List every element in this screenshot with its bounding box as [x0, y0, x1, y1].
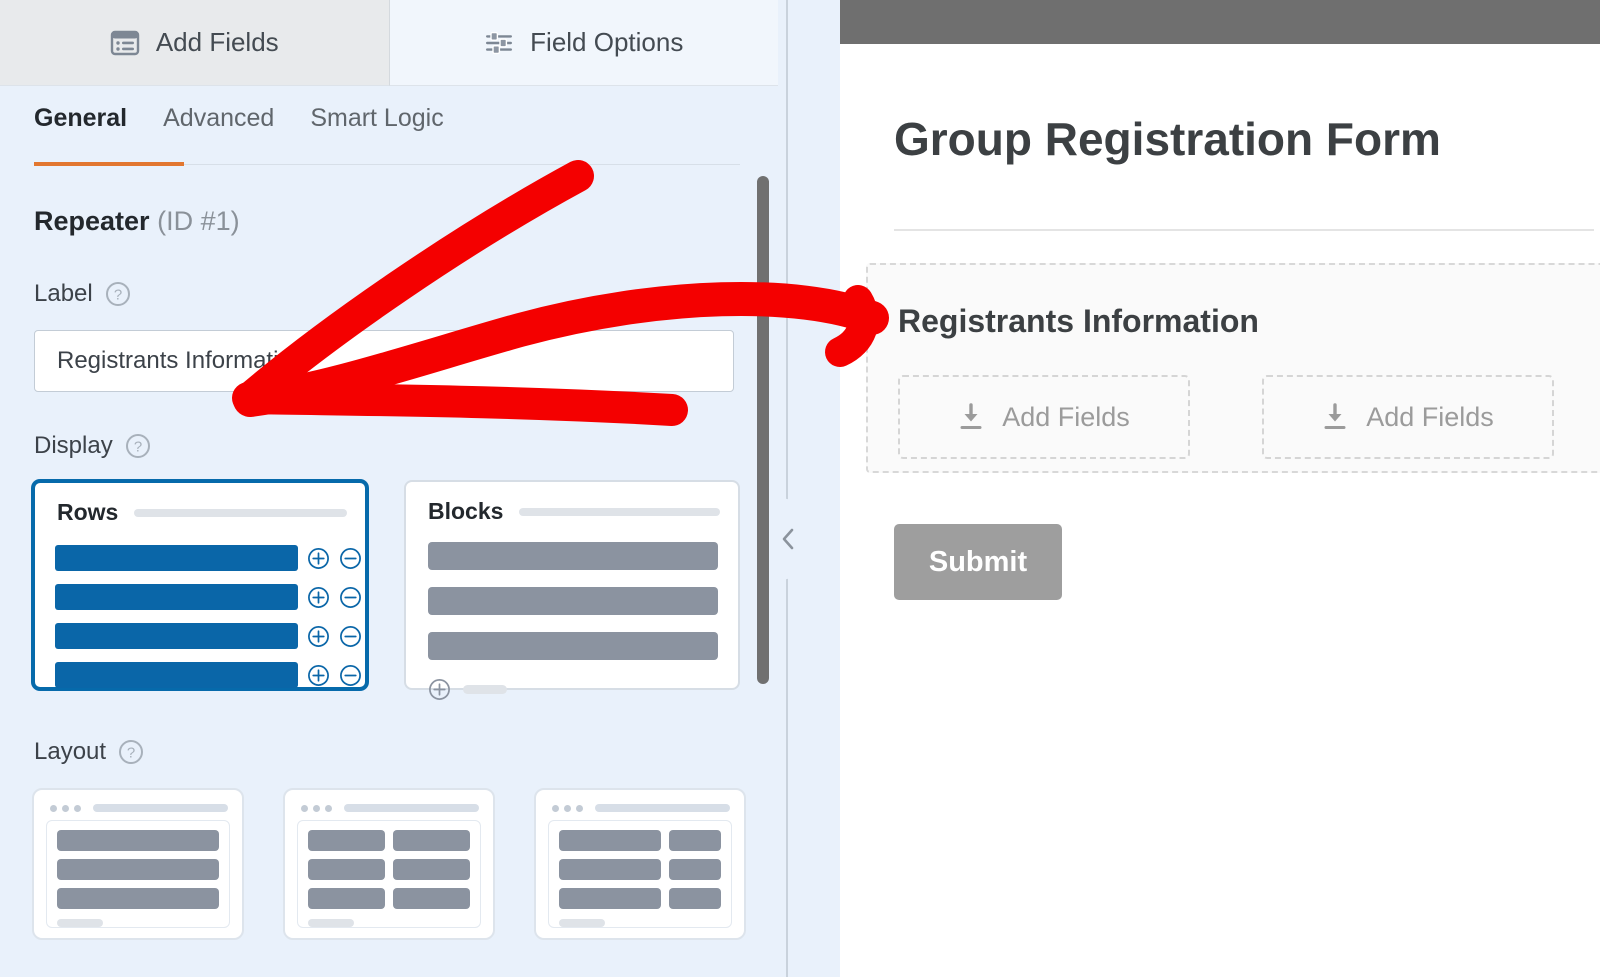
add-fields-dropzone-1[interactable]: Add Fields: [898, 375, 1190, 459]
tab-field-options-label: Field Options: [530, 27, 683, 58]
builder-tab-strip: Add Fields Field Options: [0, 0, 778, 86]
download-arrow-icon: [1322, 403, 1348, 431]
svg-text:?: ?: [134, 439, 142, 456]
layout-preview: [46, 820, 230, 928]
mock-browser-bar: [552, 804, 732, 812]
placeholder-line: [308, 919, 354, 927]
tab-add-fields[interactable]: Add Fields: [0, 0, 390, 86]
subtab-general[interactable]: General: [34, 104, 127, 147]
display-option-text: Display: [34, 432, 113, 460]
minus-circle-icon[interactable]: [339, 586, 362, 609]
field-id-label: (ID #1): [157, 206, 240, 236]
subtab-advanced[interactable]: Advanced: [163, 104, 274, 147]
mock-browser-bar: [50, 804, 230, 812]
submit-button[interactable]: Submit: [894, 524, 1062, 600]
repeater-field-preview[interactable]: Registrants Information Add Fields: [866, 263, 1600, 473]
panel-scrollbar-thumb[interactable]: [757, 176, 769, 684]
panel-divider: [778, 0, 840, 977]
plus-circle-icon[interactable]: [307, 625, 330, 648]
chevron-left-icon: [778, 526, 798, 552]
add-fields-label: Add Fields: [1002, 402, 1130, 433]
collapse-panel-button[interactable]: [770, 498, 806, 580]
active-subtab-indicator: [34, 162, 184, 166]
plus-circle-icon[interactable]: [307, 664, 330, 687]
block-add-row: [428, 678, 507, 701]
window-dots-icon: [50, 805, 81, 812]
minus-circle-icon[interactable]: [339, 625, 362, 648]
divider-line: [786, 0, 788, 977]
question-circle-icon[interactable]: ?: [125, 433, 151, 459]
add-fields-label: Add Fields: [1366, 402, 1494, 433]
placeholder-line: [519, 508, 720, 516]
field-options-body: Repeater (ID #1) Label ? Display: [0, 170, 778, 977]
subtab-smart-logic[interactable]: Smart Logic: [310, 104, 443, 147]
rows-preview-row: [55, 545, 362, 571]
sliders-icon: [484, 28, 514, 58]
plus-circle-icon[interactable]: [428, 678, 451, 701]
form-title: Group Registration Form: [894, 112, 1441, 166]
label-option-header: Label ?: [34, 280, 131, 308]
display-choice-group: Rows: [32, 480, 740, 690]
placeholder-line: [134, 509, 347, 517]
layout-option-header: Layout ?: [34, 738, 144, 766]
form-builder-screen: Add Fields Field Options: [0, 0, 1600, 977]
display-choice-rows-label: Rows: [57, 499, 118, 526]
placeholder-line: [344, 804, 479, 812]
row-bar: [55, 545, 298, 571]
layout-choice-one-column[interactable]: [32, 788, 244, 940]
label-option-text: Label: [34, 280, 93, 308]
display-choice-blocks-label: Blocks: [428, 498, 503, 525]
repeater-title: Registrants Information: [898, 303, 1259, 340]
minus-circle-icon[interactable]: [339, 664, 362, 687]
label-input[interactable]: [34, 330, 734, 392]
row-bar: [55, 662, 298, 688]
layout-choice-two-uneven-columns[interactable]: [534, 788, 746, 940]
placeholder-line: [93, 804, 228, 812]
svg-text:?: ?: [127, 745, 135, 762]
display-choice-rows[interactable]: Rows: [32, 480, 368, 690]
field-type-label: Repeater: [34, 206, 150, 236]
display-option-header: Display ?: [34, 432, 151, 460]
title-divider: [894, 229, 1594, 231]
minus-circle-icon[interactable]: [339, 547, 362, 570]
block-bar: [428, 632, 718, 660]
add-fields-dropzone-2[interactable]: Add Fields: [1262, 375, 1554, 459]
tab-add-fields-label: Add Fields: [156, 27, 279, 58]
field-options-subtabs: General Advanced Smart Logic: [0, 86, 778, 170]
display-choice-blocks[interactable]: Blocks: [404, 480, 740, 690]
mock-browser-bar: [301, 804, 481, 812]
layout-preview: [548, 820, 732, 928]
row-bar: [55, 623, 298, 649]
rows-preview-row: [55, 584, 362, 610]
placeholder-line: [559, 919, 605, 927]
svg-text:?: ?: [114, 287, 122, 304]
layout-preview: [297, 820, 481, 928]
plus-circle-icon[interactable]: [307, 586, 330, 609]
window-dots-icon: [552, 805, 583, 812]
rows-preview-row: [55, 623, 362, 649]
download-arrow-icon: [958, 403, 984, 431]
layout-choice-group: [32, 788, 746, 940]
field-options-panel: Add Fields Field Options: [0, 0, 778, 977]
block-bar: [428, 587, 718, 615]
field-heading: Repeater (ID #1): [34, 206, 240, 237]
layout-option-text: Layout: [34, 738, 106, 766]
placeholder-line: [57, 919, 103, 927]
window-dots-icon: [301, 805, 332, 812]
plus-circle-icon[interactable]: [307, 547, 330, 570]
block-bar: [428, 542, 718, 570]
layout-choice-two-equal-columns[interactable]: [283, 788, 495, 940]
row-bar: [55, 584, 298, 610]
form-preview: Group Registration Form Registrants Info…: [840, 44, 1600, 977]
question-circle-icon[interactable]: ?: [118, 739, 144, 765]
form-list-icon: [110, 28, 140, 58]
rows-preview-row: [55, 662, 362, 688]
placeholder-line: [463, 685, 507, 694]
placeholder-line: [595, 804, 730, 812]
tab-field-options[interactable]: Field Options: [390, 0, 779, 86]
question-circle-icon[interactable]: ?: [105, 281, 131, 307]
